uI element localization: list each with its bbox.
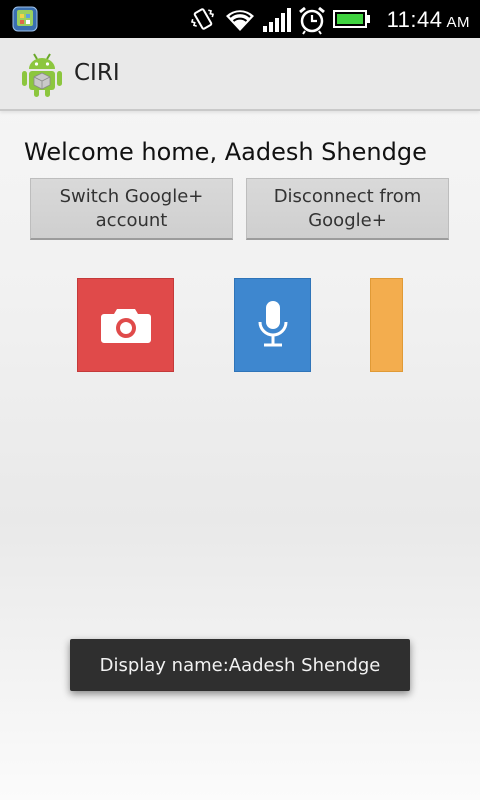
signal-icon — [263, 8, 291, 32]
disconnect-label: Disconnect from Google+ — [273, 185, 422, 231]
welcome-text: Welcome home, Aadesh Shendge — [24, 138, 427, 166]
toast-message: Display name:Aadesh Shendge — [70, 639, 410, 691]
app-title: CIRI — [74, 60, 120, 86]
switch-account-button[interactable]: Switch Google+ account — [30, 178, 233, 240]
microphone-tile[interactable] — [234, 278, 311, 372]
action-bar: CIRI — [0, 38, 480, 111]
status-bar: 11:44 AM — [0, 0, 480, 38]
wifi-icon — [226, 10, 254, 32]
clock-time: 11:44 — [386, 7, 443, 32]
camera-icon — [100, 309, 151, 343]
notification-app-icon — [12, 6, 38, 32]
alarm-icon — [299, 6, 325, 35]
camera-tile[interactable] — [77, 278, 174, 372]
battery-icon — [333, 10, 370, 28]
toast-text: Display name:Aadesh Shendge — [99, 654, 381, 676]
disconnect-button[interactable]: Disconnect from Google+ — [246, 178, 449, 240]
microphone-icon — [258, 301, 287, 347]
vibrate-icon — [190, 8, 215, 30]
clock-ampm: AM — [446, 14, 470, 31]
third-tile[interactable] — [370, 278, 403, 372]
android-app-icon[interactable] — [21, 50, 63, 98]
status-time: 11:44 AM — [387, 7, 470, 33]
switch-account-label: Switch Google+ account — [59, 185, 204, 231]
